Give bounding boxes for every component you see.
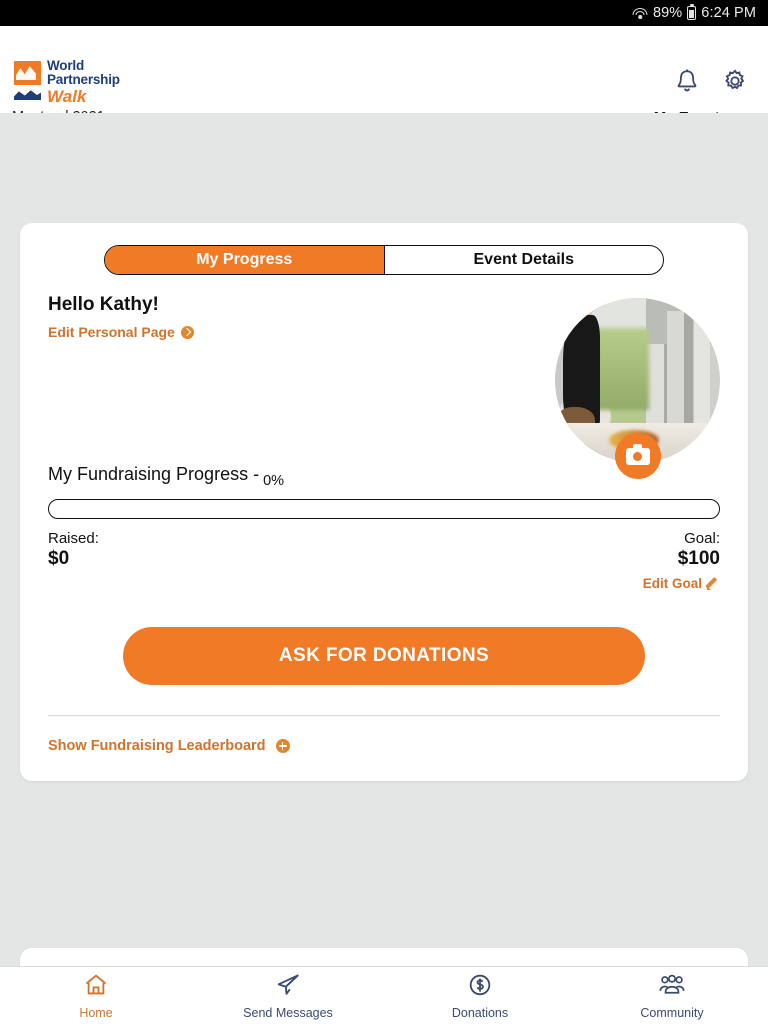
logo-wordmark: World Partnership Walk — [47, 59, 120, 105]
status-bar-clock: 6:24 PM — [701, 5, 756, 21]
app-header: World Partnership Walk Montreal 2021 — [0, 26, 768, 126]
fundraising-progress-label: My Fundraising Progress - — [48, 464, 260, 484]
battery-icon — [687, 4, 697, 20]
raised-value: $0 — [48, 548, 70, 569]
pencil-icon — [707, 577, 720, 590]
edit-goal-link[interactable]: Edit Goal — [643, 576, 720, 591]
progress-bar — [48, 499, 720, 519]
header-actions — [674, 68, 748, 96]
card-divider — [48, 715, 720, 716]
nav-item-community[interactable]: Community — [576, 972, 768, 1020]
battery-percent-label: 89% — [652, 5, 683, 21]
tab-my-progress[interactable]: My Progress — [105, 246, 385, 274]
gear-icon[interactable] — [722, 68, 748, 96]
profile-photo-area[interactable] — [555, 298, 720, 479]
nav-item-send-messages[interactable]: Send Messages — [192, 972, 384, 1020]
nav-label-send-messages: Send Messages — [243, 1005, 333, 1020]
goal-label: Goal: — [684, 530, 720, 547]
tab-bar: My Progress Event Details — [104, 245, 664, 275]
goal-block: Goal: $100 Edit Goal — [643, 530, 720, 593]
change-photo-button[interactable] — [614, 433, 661, 479]
logo-line-2: Partnership — [47, 71, 120, 87]
raised-block: Raised: $0 — [48, 530, 99, 593]
show-leaderboard-link[interactable]: Show Fundraising Leaderboard — [48, 738, 290, 754]
my-progress-card: My Progress Event Details Hello Kathy! E… — [20, 223, 748, 781]
app-logo[interactable]: World Partnership Walk — [14, 59, 120, 105]
paper-plane-icon — [275, 972, 301, 1003]
tab-event-details[interactable]: Event Details — [385, 246, 664, 274]
nav-item-donations[interactable]: Donations — [384, 972, 576, 1020]
people-group-icon — [658, 972, 686, 1003]
circle-arrow-right-icon — [180, 325, 194, 339]
walk-logo-mark-icon — [14, 61, 41, 103]
status-bar: 89% 6:24 PM — [0, 0, 768, 26]
amounts-row: Raised: $0 Goal: $100 Edit Goal — [48, 530, 720, 593]
edit-personal-page-link[interactable]: Edit Personal Page — [48, 324, 194, 340]
logo-line-3: Walk — [47, 86, 87, 106]
circle-plus-icon — [275, 739, 290, 753]
edit-personal-page-label: Edit Personal Page — [48, 324, 175, 340]
edit-goal-label: Edit Goal — [642, 576, 702, 591]
bottom-navigation: Home Send Messages Donations Community — [0, 966, 768, 1024]
home-icon — [83, 972, 109, 1003]
show-leaderboard-label: Show Fundraising Leaderboard — [48, 738, 266, 754]
nav-label-donations: Donations — [451, 1005, 509, 1020]
bell-icon[interactable] — [674, 68, 700, 96]
goal-value: $100 — [677, 548, 720, 569]
raised-label: Raised: — [48, 530, 99, 547]
scroll-content[interactable]: My Progress Event Details Hello Kathy! E… — [0, 113, 768, 1024]
logo-line-1: World — [47, 58, 84, 73]
dollar-circle-icon — [467, 972, 493, 1003]
camera-icon — [625, 444, 650, 465]
nav-label-community: Community — [640, 1005, 704, 1020]
app-screen: 89% 6:24 PM World Partnership Walk Montr… — [0, 0, 768, 1024]
nav-item-home[interactable]: Home — [0, 972, 192, 1020]
fundraising-progress-percent: 0% — [263, 473, 285, 489]
wifi-icon — [632, 7, 648, 19]
nav-label-home: Home — [79, 1005, 113, 1020]
ask-for-donations-button[interactable]: ASK FOR DONATIONS — [123, 627, 645, 685]
